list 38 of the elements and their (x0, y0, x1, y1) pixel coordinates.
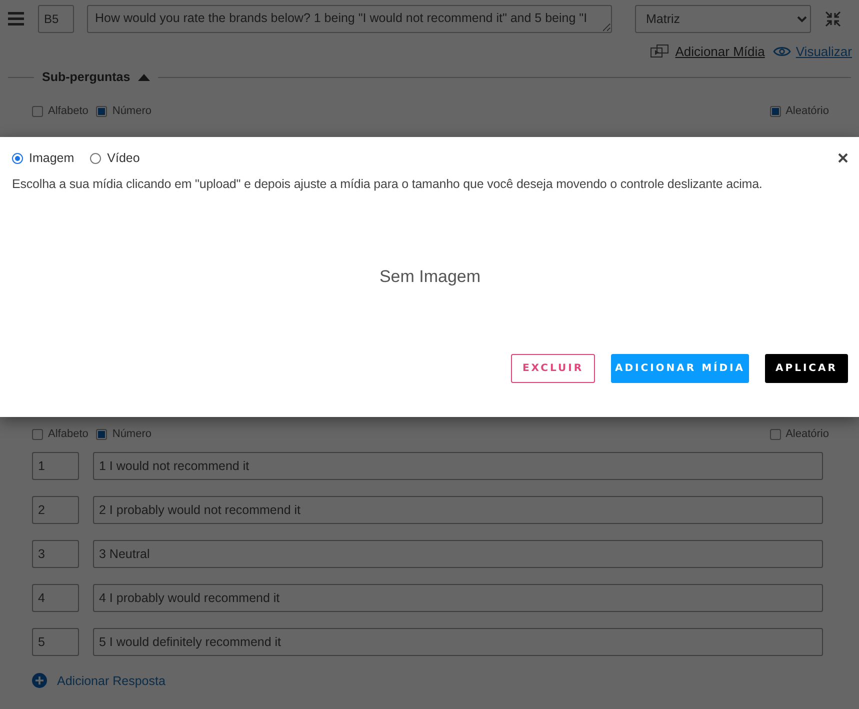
checkbox[interactable]: Aleatório (770, 428, 829, 440)
checkbox[interactable]: Número (96, 428, 152, 440)
answer-code-field[interactable]: 2 (32, 496, 79, 524)
close-icon (838, 153, 848, 163)
collapse-icon[interactable] (825, 11, 841, 27)
menu-icon[interactable] (8, 12, 24, 26)
code-field[interactable]: B5 (38, 5, 74, 33)
answer-text-field[interactable]: 2 I probably would not recommend it (93, 496, 823, 524)
instructions-text: Escolha a sua mídia clicando em "upload" e depois ajuste a mídia para o tamanho que você deseja movendo o controle deslizante acima. (12, 177, 764, 191)
answer-code-field[interactable]: 1 (32, 452, 79, 480)
delete-button[interactable]: EXCLUIR (511, 354, 595, 383)
checkbox[interactable]: Alfabeto (32, 428, 88, 440)
answer-text-field[interactable]: 1 I would not recommend it (93, 452, 823, 480)
answer-text-field[interactable]: 3 Neutral (93, 540, 823, 568)
add-answer-button[interactable]: Adicionar Resposta (32, 673, 166, 688)
answer-code-field[interactable]: 5 (32, 628, 79, 656)
add-media-link[interactable]: Adicionar Mídia (650, 44, 765, 58)
answer-text-field[interactable]: 4 I probably would recommend it (93, 584, 823, 612)
checkbox[interactable]: Aleatório (770, 105, 829, 117)
answer-code-field[interactable]: 4 (32, 584, 79, 612)
question-field[interactable]: How would you rate the brands below? 1 being "I would not recommend it" and 5 being "I (87, 5, 612, 33)
add-media-button[interactable]: ADICIONAR MÍDIA (611, 354, 749, 383)
media-type-radio[interactable]: Imagem (12, 151, 74, 165)
preview-link[interactable]: Visualizar (772, 44, 852, 58)
close-button[interactable] (838, 153, 848, 163)
apply-button[interactable]: APLICAR (765, 354, 848, 383)
empty-image-text: Sem Imagem (379, 267, 481, 286)
type-select[interactable]: Matriz (635, 5, 811, 33)
checkbox[interactable]: Alfabeto (32, 105, 88, 117)
caret-up-icon[interactable] (138, 73, 150, 81)
media-type-radio[interactable]: Vídeo (90, 151, 140, 165)
answer-code-field[interactable]: 3 (32, 540, 79, 568)
eye-icon (772, 46, 791, 56)
answer-text-field[interactable]: 5 I would definitely recommend it (93, 628, 823, 656)
media-icon (650, 44, 670, 58)
section-title: Sub-perguntas (42, 70, 130, 84)
plus-icon (32, 673, 47, 688)
checkbox[interactable]: Número (96, 105, 152, 117)
